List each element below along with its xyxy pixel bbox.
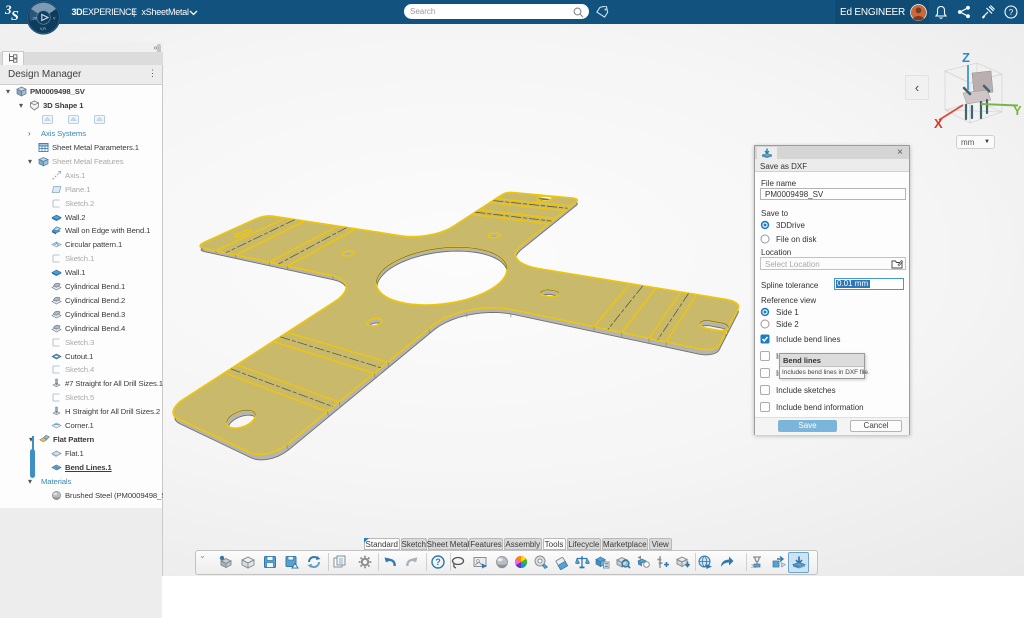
svg-text:Z: Z: [962, 50, 970, 65]
svg-text:S: S: [11, 9, 19, 23]
svg-text:?: ?: [1009, 8, 1014, 17]
svg-text:V,R: V,R: [40, 27, 46, 31]
svg-text:3d: 3d: [751, 564, 757, 570]
svg-text:Y: Y: [1013, 103, 1022, 118]
svg-text:?: ?: [435, 557, 441, 567]
svg-text:3D: 3D: [33, 17, 38, 21]
svg-text:X: X: [934, 116, 943, 131]
